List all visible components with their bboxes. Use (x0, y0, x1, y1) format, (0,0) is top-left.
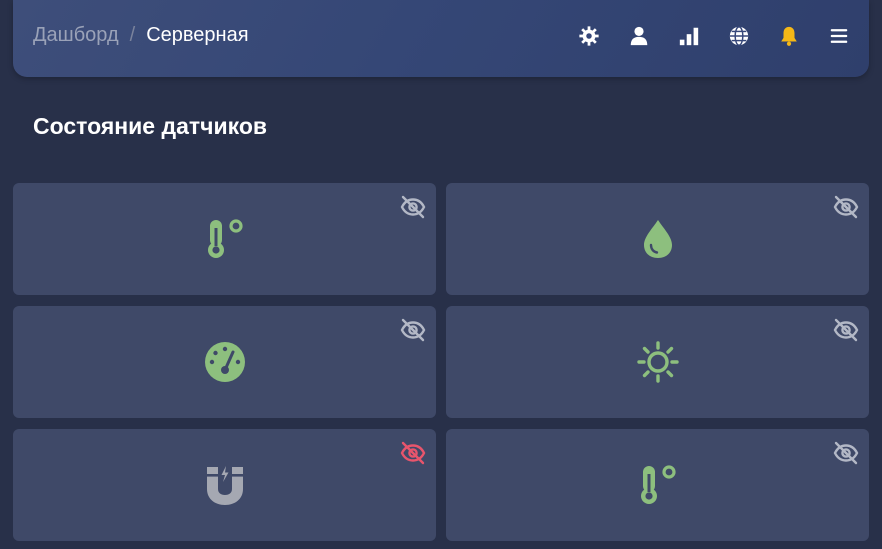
sensor-card-light[interactable] (446, 306, 869, 418)
language-button[interactable] (725, 22, 753, 50)
profile-button[interactable] (625, 22, 653, 50)
eye-slash-icon (400, 441, 426, 465)
sun-icon (636, 340, 680, 384)
top-header: Дашборд / Серверная (13, 0, 869, 77)
eye-slash-icon (833, 195, 859, 219)
eye-slash-icon (400, 318, 426, 342)
sensor-card-temperature-2[interactable] (446, 429, 869, 541)
menu-icon (830, 29, 848, 43)
visibility-toggle[interactable] (400, 318, 426, 342)
magnet-icon (203, 463, 247, 507)
globe-icon (729, 26, 749, 46)
gauge-icon (203, 340, 247, 384)
user-icon (630, 26, 648, 46)
visibility-toggle[interactable] (400, 195, 426, 219)
sensor-card-magnetic[interactable] (13, 429, 436, 541)
notifications-button[interactable] (775, 22, 803, 50)
thermometer-icon (636, 463, 680, 507)
statistics-button[interactable] (675, 22, 703, 50)
sensor-card-temperature[interactable] (13, 183, 436, 295)
thermometer-icon (203, 217, 247, 261)
gear-icon (579, 26, 599, 46)
header-toolbar (13, 22, 869, 50)
visibility-toggle[interactable] (833, 318, 859, 342)
bell-icon (781, 26, 797, 46)
visibility-toggle[interactable] (400, 441, 426, 465)
signal-bars-icon (679, 27, 699, 46)
menu-button[interactable] (825, 22, 853, 50)
sensor-card-pressure[interactable] (13, 306, 436, 418)
eye-slash-icon (833, 318, 859, 342)
visibility-toggle[interactable] (833, 441, 859, 465)
visibility-toggle[interactable] (833, 195, 859, 219)
page-title: Состояние датчиков (33, 113, 268, 139)
sensor-card-humidity[interactable] (446, 183, 869, 295)
eye-slash-icon (833, 441, 859, 465)
water-drop-icon (636, 217, 680, 261)
settings-button[interactable] (575, 22, 603, 50)
eye-slash-icon (400, 195, 426, 219)
